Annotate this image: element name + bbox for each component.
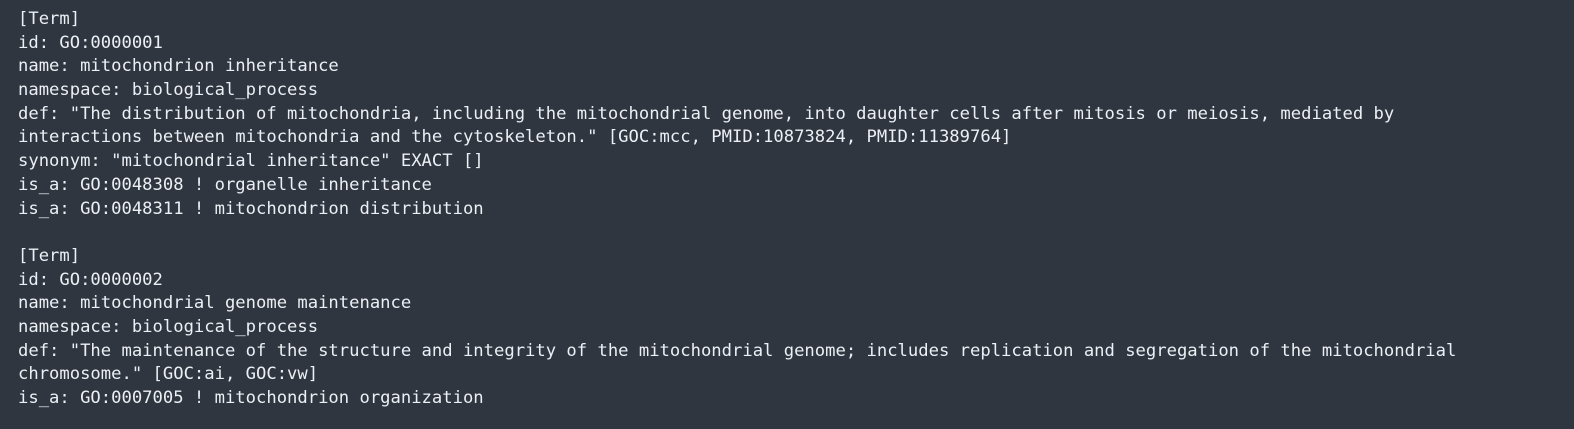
term-1-is-a-1: is_a: GO:0048308 ! organelle inheritance <box>18 174 432 195</box>
term-1-definition-line-1: def: "The distribution of mitochondria, … <box>18 103 1395 124</box>
term-1-synonym: synonym: "mitochondrial inheritance" EXA… <box>18 151 484 172</box>
term-2-id: id: GO:0000002 <box>18 269 163 290</box>
term-2-definition-line-2: chromosome." [GOC:ai, GOC:vw] <box>18 364 319 385</box>
term-1-definition-line-2: interactions between mitochondria and th… <box>18 127 1012 148</box>
term-1-is-a-2: is_a: GO:0048311 ! mitochondrion distrib… <box>18 198 484 219</box>
obo-text-viewer: [Term] id: GO:0000001 name: mitochondrion … <box>0 0 1574 429</box>
term-2-is-a-1: is_a: GO:0007005 ! mitochondrion organiz… <box>18 388 484 408</box>
term-separator <box>18 221 1556 245</box>
obo-text-content: [Term] id: GO:0000001 name: mitochondrion … <box>18 8 1556 411</box>
term-2-name: name: mitochondrial genome maintenance <box>18 293 412 314</box>
term-1-namespace: namespace: biological_process <box>18 80 319 101</box>
term-1-header: [Term] <box>18 9 81 29</box>
term-2-definition-line-1: def: "The maintenance of the structure a… <box>18 340 1457 361</box>
term-1-name: name: mitochondrion inheritance <box>18 56 339 77</box>
term-1-id: id: GO:0000001 <box>18 32 163 53</box>
term-2-header: [Term] <box>18 245 81 266</box>
term-2-namespace: namespace: biological_process <box>18 316 319 337</box>
